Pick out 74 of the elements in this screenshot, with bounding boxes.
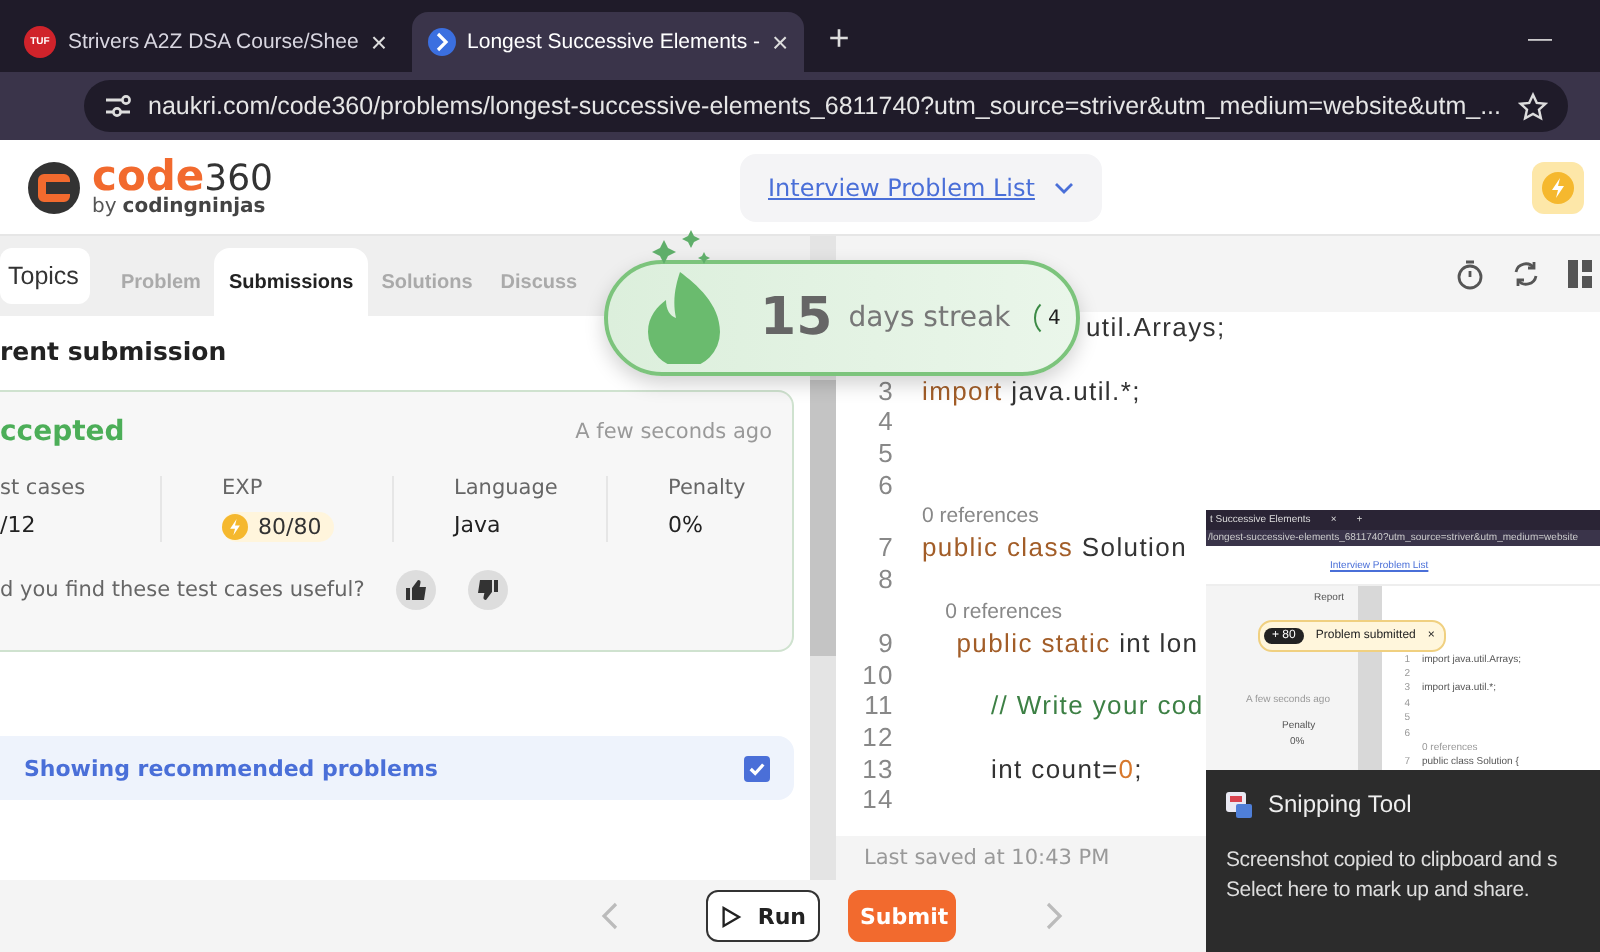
site-settings-icon[interactable] bbox=[104, 94, 132, 118]
stat-label: st cases bbox=[0, 476, 86, 500]
stat-label: EXP bbox=[222, 476, 263, 500]
logo-brand-text: codingninjas bbox=[122, 198, 266, 218]
site-favicon bbox=[427, 28, 456, 56]
app-name: Snipping Tool bbox=[1268, 790, 1412, 818]
feedback-question: d you find these test cases useful? bbox=[0, 578, 365, 602]
notification-text: Select here to mark up and share. bbox=[1226, 878, 1530, 902]
stat-value: /12 bbox=[0, 512, 36, 538]
freeze-counter: 4 bbox=[1034, 298, 1075, 338]
bolt-icon bbox=[1542, 171, 1574, 203]
star-icon[interactable] bbox=[1517, 91, 1547, 121]
snipping-tool-icon bbox=[1226, 791, 1252, 817]
close-tab-button[interactable]: × bbox=[370, 26, 388, 58]
thumbs-down-button[interactable] bbox=[468, 570, 509, 610]
notification-text: Screenshot copied to clipboard and s bbox=[1226, 848, 1558, 872]
problem-list-dropdown[interactable]: Interview Problem List bbox=[740, 153, 1103, 221]
tab-title: Longest Successive Elements - bbox=[467, 30, 761, 54]
panel-tab[interactable]: Submissions bbox=[214, 248, 368, 316]
line-number: 6 bbox=[878, 469, 894, 500]
code-line: public static int lon bbox=[954, 627, 1199, 658]
browser-tab[interactable]: Longest Successive Elements - × bbox=[411, 12, 805, 72]
code-line: util.Arrays; bbox=[1086, 312, 1226, 343]
code-line: import java.util.*; bbox=[922, 375, 1141, 406]
line-number: 5 bbox=[878, 438, 894, 469]
line-number: 8 bbox=[878, 564, 894, 595]
close-tab-button[interactable]: × bbox=[772, 26, 789, 58]
topics-button[interactable]: Topics bbox=[0, 248, 91, 304]
code-line: int count=0; bbox=[988, 753, 1143, 784]
refresh-icon[interactable] bbox=[1512, 260, 1540, 288]
stat-value: 0% bbox=[668, 512, 703, 538]
minimize-button[interactable]: — bbox=[1528, 24, 1552, 52]
streak-label: days streak bbox=[848, 302, 1011, 334]
thumbs-up-icon bbox=[404, 578, 429, 602]
line-number: 3 bbox=[878, 375, 894, 406]
stat-label: Penalty bbox=[668, 476, 746, 500]
play-icon bbox=[720, 903, 742, 929]
url-text: naukri.com/code360/problems/longest-successive-elements_6811740?utm_source=striver&utm_medium=website&utm_... bbox=[148, 92, 1501, 120]
scrollbar-thumb[interactable] bbox=[810, 380, 836, 656]
references-hint: 0 references bbox=[922, 504, 1039, 529]
logo-by-text: by bbox=[92, 198, 117, 218]
line-number: 7 bbox=[878, 532, 894, 563]
streak-count: 15 bbox=[760, 288, 833, 348]
exp-badge: 80/80 bbox=[222, 512, 334, 542]
new-tab-button[interactable]: + bbox=[828, 18, 850, 60]
section-title: rent submission bbox=[0, 336, 229, 366]
recommended-checkbox[interactable] bbox=[744, 755, 770, 781]
snipping-notification[interactable] bbox=[1206, 510, 1600, 952]
line-number: 4 bbox=[878, 406, 894, 437]
timer-icon[interactable] bbox=[1456, 259, 1484, 289]
layout-icon[interactable] bbox=[1568, 260, 1592, 288]
status-text: ccepted bbox=[0, 416, 125, 448]
tab-title: Strivers A2Z DSA Course/Shee bbox=[68, 30, 359, 54]
chevron-down-icon bbox=[1054, 181, 1075, 193]
code-line: public class Solution bbox=[922, 532, 1188, 563]
recommended-label: Showing recommended problems bbox=[24, 755, 438, 781]
last-saved-text: Last saved at 10:43 PM bbox=[864, 846, 1110, 870]
line-number: 14 bbox=[862, 784, 894, 815]
line-number: 12 bbox=[862, 721, 894, 752]
time-text: A few seconds ago bbox=[575, 420, 772, 444]
line-number: 11 bbox=[864, 690, 894, 721]
line-number: 9 bbox=[878, 627, 894, 658]
thumbs-up-button[interactable] bbox=[396, 570, 437, 610]
line-number: 13 bbox=[862, 753, 894, 784]
ninja-logo-icon bbox=[28, 161, 80, 213]
thumbs-down-icon bbox=[476, 578, 501, 602]
references-hint: 0 references bbox=[943, 599, 1063, 623]
stat-value: Java bbox=[454, 512, 501, 538]
stat-label: Language bbox=[454, 476, 558, 500]
run-button[interactable]: Run bbox=[706, 890, 820, 942]
code-line: // Write your cod bbox=[988, 690, 1204, 721]
line-number: 10 bbox=[862, 659, 894, 690]
bolt-icon bbox=[222, 514, 248, 540]
address-bar[interactable]: naukri.com/code360/problems/longest-successive-elements_6811740?utm_source=striver&utm_medium=website&utm_... bbox=[84, 80, 1567, 132]
